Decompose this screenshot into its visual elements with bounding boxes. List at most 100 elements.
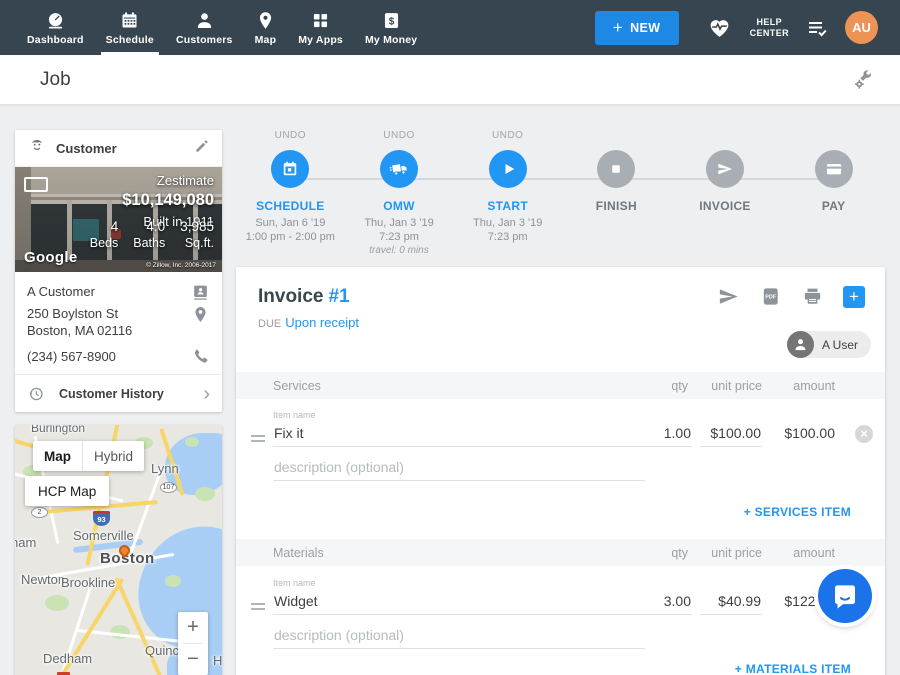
app-screen: Dashboard Schedule Customers Map My Apps… bbox=[0, 0, 900, 675]
due-value-link[interactable]: Upon receipt bbox=[285, 315, 359, 330]
invoice-due: DUE Upon receipt bbox=[258, 314, 359, 332]
nav-item-customers[interactable]: Customers bbox=[165, 0, 244, 55]
send-invoice-icon[interactable] bbox=[717, 285, 740, 308]
map-type-hybrid-button[interactable]: Hybrid bbox=[83, 441, 144, 471]
service-item-unit-price-input[interactable] bbox=[700, 422, 762, 447]
zestimate-photo[interactable]: Zestimate $10,149,080 Built in 1911 4Bed… bbox=[15, 167, 222, 272]
nav-item-schedule[interactable]: Schedule bbox=[95, 0, 165, 55]
service-item-amount: $100.00 bbox=[784, 425, 835, 441]
add-services-item-link[interactable]: + SERVICES ITEM bbox=[744, 505, 851, 519]
help-center-link[interactable]: HELP CENTER bbox=[750, 17, 789, 39]
service-item-name-input[interactable] bbox=[273, 422, 645, 447]
help-line1: HELP bbox=[756, 17, 782, 28]
route-2-shield: 2 bbox=[31, 507, 48, 518]
print-icon[interactable] bbox=[801, 285, 824, 308]
assigned-user-pill[interactable]: A User bbox=[787, 331, 871, 358]
invoice-title-text: Invoice bbox=[258, 286, 323, 307]
undo-link[interactable]: UNDO bbox=[383, 130, 414, 143]
drag-handle[interactable] bbox=[251, 603, 265, 613]
pdf-icon[interactable]: PDF bbox=[759, 285, 782, 308]
plus-icon: + bbox=[613, 19, 623, 36]
map-type-map-button[interactable]: Map bbox=[33, 441, 82, 471]
chat-support-button[interactable] bbox=[818, 569, 872, 623]
undo-link[interactable]: UNDO bbox=[275, 130, 306, 143]
step-label: START bbox=[487, 199, 528, 213]
nav-item-map[interactable]: Map bbox=[244, 0, 288, 55]
step-label: INVOICE bbox=[699, 199, 750, 213]
customer-name-row: A Customer bbox=[15, 277, 222, 305]
step-date-line: 1:00 pm - 2:00 pm bbox=[246, 230, 335, 244]
location-pin-icon[interactable] bbox=[191, 305, 210, 324]
customer-smiley-icon bbox=[27, 136, 47, 161]
interstate-93-shield: 93 bbox=[93, 511, 110, 526]
beds-stat: 4 Beds bbox=[90, 219, 119, 250]
nav-item-my-apps[interactable]: My Apps bbox=[287, 0, 354, 55]
calendar-icon bbox=[280, 159, 300, 179]
pay-step-button[interactable] bbox=[815, 150, 853, 188]
customer-card: Customer Zestimate $10,149,080 Built in … bbox=[15, 130, 222, 412]
nav-label: My Apps bbox=[298, 34, 343, 46]
due-label: DUE bbox=[258, 318, 281, 330]
undo-link[interactable]: UNDO bbox=[492, 130, 523, 143]
nav-item-dashboard[interactable]: Dashboard bbox=[16, 0, 95, 55]
qty-column-header: qty bbox=[671, 379, 688, 393]
hcp-map-button[interactable]: HCP Map bbox=[25, 476, 109, 506]
apps-grid-icon bbox=[310, 10, 331, 31]
add-invoice-button[interactable]: + bbox=[843, 286, 865, 308]
item-name-label: Item name bbox=[273, 578, 316, 588]
service-item-qty-input[interactable] bbox=[645, 422, 692, 447]
service-item-description-input[interactable] bbox=[273, 456, 645, 481]
page-title: Job bbox=[40, 69, 71, 91]
property-stats: 4Beds 4.0Baths 3,985Sq.ft. bbox=[90, 219, 214, 250]
history-clock-icon bbox=[27, 385, 45, 403]
finish-step-button[interactable] bbox=[597, 150, 635, 188]
edit-pencil-icon[interactable] bbox=[194, 138, 210, 159]
map-card[interactable]: 93 107 2 Burlington Lynn Somerville Bost… bbox=[15, 425, 222, 675]
material-item-description-input[interactable] bbox=[273, 624, 645, 649]
beds-label: Beds bbox=[90, 236, 119, 250]
phone-icon[interactable] bbox=[191, 347, 210, 366]
beds-value: 4 bbox=[90, 219, 119, 234]
job-settings-icon[interactable] bbox=[852, 69, 874, 91]
customer-history-row[interactable]: Customer History › bbox=[15, 375, 222, 412]
add-materials-item-link[interactable]: + MATERIALS ITEM bbox=[735, 662, 851, 675]
step-date: Thu, Jan 3 '197:23 pm bbox=[473, 216, 542, 244]
material-item-unit-price-input[interactable] bbox=[700, 590, 762, 615]
sqft-stat: 3,985Sq.ft. bbox=[180, 219, 214, 250]
amount-column-header: amount bbox=[793, 379, 835, 393]
timeline-step-omw: UNDO OMW Thu, Jan 3 '197:23 pmtravel: 0 … bbox=[345, 130, 454, 265]
drag-handle[interactable] bbox=[251, 435, 265, 445]
step-label: PAY bbox=[822, 199, 846, 213]
chat-bubble-icon bbox=[830, 581, 860, 611]
google-logo: Google bbox=[24, 249, 77, 266]
map-label-newton: Newton bbox=[21, 572, 65, 587]
step-label: SCHEDULE bbox=[256, 199, 324, 213]
contact-card-icon[interactable] bbox=[191, 282, 210, 301]
omw-step-button[interactable] bbox=[380, 150, 418, 188]
invoice-number[interactable]: #1 bbox=[328, 286, 349, 307]
heart-pulse-icon[interactable] bbox=[707, 15, 732, 40]
services-header-bar: Services qty unit price amount bbox=[236, 372, 885, 399]
map-label-dedham: Dedham bbox=[43, 651, 92, 666]
materials-header-bar: Materials qty unit price amount bbox=[236, 539, 885, 566]
zoom-in-button[interactable]: + bbox=[178, 612, 208, 643]
material-item-qty-input[interactable] bbox=[645, 590, 692, 615]
material-item-name-input[interactable] bbox=[273, 590, 645, 615]
top-nav: Dashboard Schedule Customers Map My Apps… bbox=[0, 0, 900, 55]
step-label: FINISH bbox=[596, 199, 637, 213]
invoice-card: Invoice#1 DUE Upon receipt PDF + A User S… bbox=[236, 267, 885, 675]
pdf-badge-text: PDF bbox=[765, 295, 776, 301]
nav-item-my-money[interactable]: $ My Money bbox=[354, 0, 428, 55]
delete-service-item-button[interactable]: × bbox=[855, 425, 873, 443]
invoice-step-button[interactable] bbox=[706, 150, 744, 188]
user-avatar[interactable]: AU bbox=[845, 11, 878, 44]
money-icon: $ bbox=[381, 10, 402, 31]
services-section-label: Services bbox=[273, 379, 321, 393]
schedule-step-button[interactable] bbox=[271, 150, 309, 188]
new-button[interactable]: + NEW bbox=[595, 11, 679, 45]
zoom-out-button[interactable]: − bbox=[178, 644, 208, 675]
checklist-icon[interactable] bbox=[805, 16, 829, 40]
step-travel-time: travel: 0 mins bbox=[364, 244, 433, 258]
start-step-button[interactable] bbox=[489, 150, 527, 188]
help-line2: CENTER bbox=[750, 28, 789, 39]
